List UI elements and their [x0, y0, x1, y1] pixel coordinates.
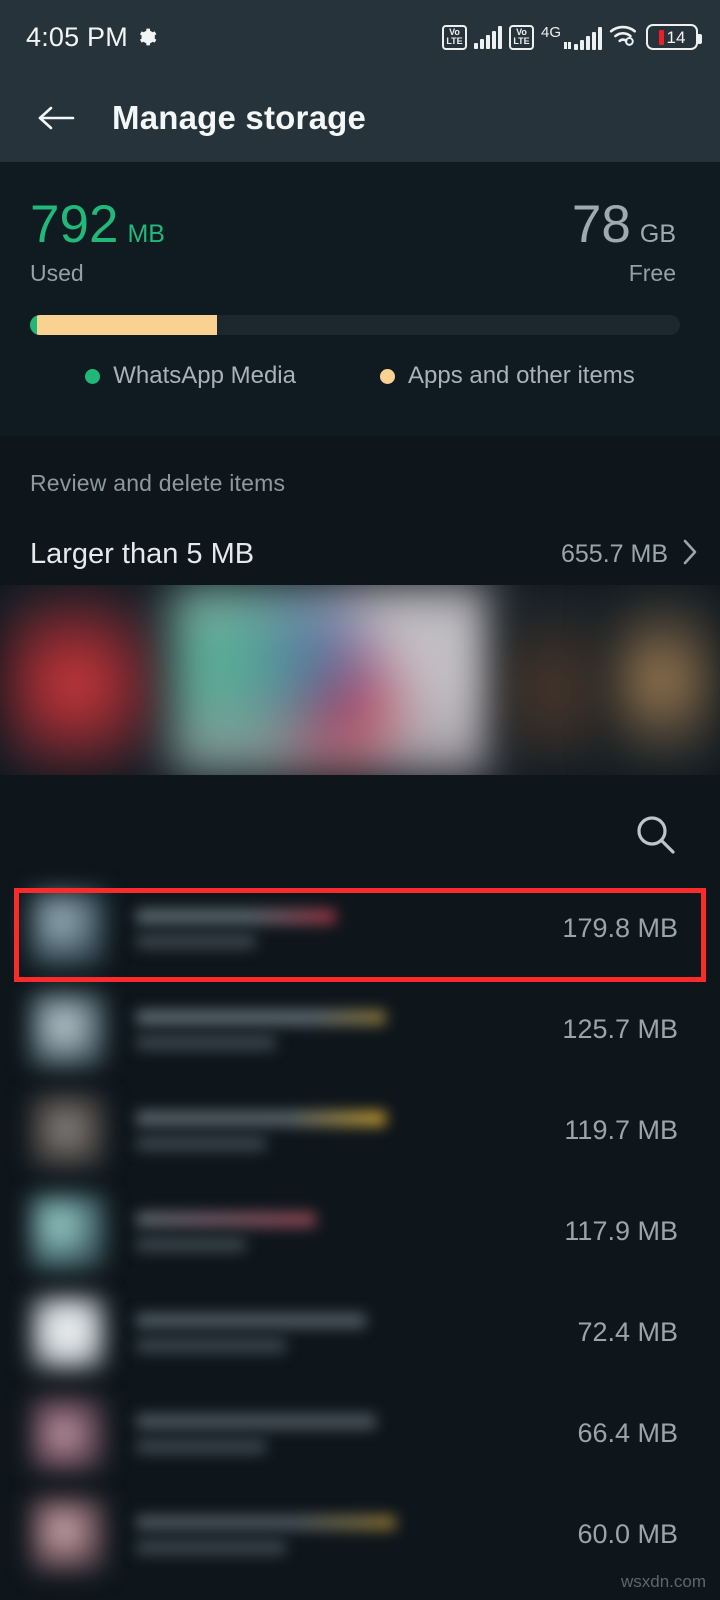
- signal-bars-sim1: [473, 25, 502, 49]
- file-label-redacted: [136, 1211, 564, 1252]
- status-bar: 4:05 PM Vo LTE Vo LTE 4G 14: [0, 0, 720, 74]
- file-label-redacted: [136, 1009, 562, 1050]
- preview-thumbnail[interactable]: [171, 585, 496, 775]
- free-label: Free: [628, 260, 676, 286]
- app-bar: Manage storage: [0, 74, 720, 162]
- progress-segment-apps-other: [37, 315, 217, 335]
- file-size: 72.4 MB: [577, 1317, 678, 1347]
- storage-legend: WhatsApp Media Apps and other items: [0, 362, 720, 390]
- legend-item-apps-other: Apps and other items: [379, 362, 635, 390]
- file-size: 119.7 MB: [564, 1115, 678, 1145]
- table-row[interactable]: 72.4 MB: [0, 1282, 720, 1383]
- file-thumbnail: [30, 1193, 106, 1270]
- larger-than-label: Larger than 5 MB: [30, 537, 255, 570]
- battery-low-indicator: [658, 29, 664, 45]
- progress-segment-whatsapp-media: [30, 315, 37, 335]
- free-unit: GB: [639, 220, 676, 248]
- legend-label-whatsapp-media: WhatsApp Media: [113, 362, 296, 389]
- volte-icon-sim1: Vo LTE: [441, 24, 467, 50]
- file-thumbnail: [30, 991, 106, 1068]
- file-thumbnail: [30, 1395, 106, 1472]
- file-size: 179.8 MB: [562, 913, 678, 943]
- back-arrow-icon[interactable]: [34, 96, 78, 140]
- legend-dot-apps-other: [379, 368, 395, 384]
- legend-label-apps-other: Apps and other items: [407, 362, 635, 389]
- battery-icon: 14: [646, 24, 702, 50]
- used-label: Used: [30, 260, 84, 286]
- media-preview-strip[interactable]: [0, 585, 720, 775]
- used-value: 792: [30, 195, 119, 254]
- storage-summary: 792 MB Used 78 GB Free WhatsApp Media Ap…: [0, 162, 720, 436]
- file-label-redacted: [136, 1413, 577, 1454]
- file-thumbnail: [30, 1496, 106, 1573]
- file-thumbnail: [30, 890, 106, 967]
- battery-percent-label: 14: [666, 27, 686, 47]
- storage-progress-bar: [30, 315, 680, 335]
- larger-than-5mb-row[interactable]: Larger than 5 MB 655.7 MB: [0, 528, 720, 580]
- preview-thumbnail[interactable]: [499, 585, 608, 775]
- wifi-icon: [609, 23, 639, 52]
- file-label-redacted: [136, 1514, 577, 1555]
- mobile-data-icon: 4G: [541, 25, 602, 50]
- used-unit: MB: [127, 220, 165, 248]
- signal-bars-sim2: [574, 26, 602, 50]
- status-bar-right: Vo LTE Vo LTE 4G 14: [441, 23, 702, 52]
- status-bar-clock: 4:05 PM: [26, 21, 128, 52]
- legend-dot-whatsapp-media: [85, 368, 101, 384]
- table-row[interactable]: 125.7 MB: [0, 979, 720, 1080]
- status-bar-left: 4:05 PM: [26, 22, 157, 53]
- preview-thumbnail[interactable]: [611, 585, 720, 775]
- table-row[interactable]: 119.7 MB: [0, 1080, 720, 1181]
- gear-icon: [137, 27, 157, 47]
- file-list: 179.8 MB 125.7 MB 119.7 MB 117.9 MB 72.4…: [0, 878, 720, 1585]
- used-storage-block: 792 MB Used: [30, 198, 165, 287]
- volte-icon-sim2: Vo LTE: [508, 24, 534, 50]
- file-size: 66.4 MB: [577, 1418, 678, 1448]
- legend-item-whatsapp-media: WhatsApp Media: [85, 362, 296, 390]
- larger-than-size: 655.7 MB: [560, 539, 668, 568]
- watermark: wsxdn.com: [620, 1572, 706, 1591]
- manage-storage-screen: 4:05 PM Vo LTE Vo LTE 4G 14 Manage stora…: [0, 0, 720, 1600]
- table-row[interactable]: 117.9 MB: [0, 1181, 720, 1282]
- chevron-right-icon: [682, 539, 698, 570]
- file-size: 117.9 MB: [564, 1216, 678, 1246]
- file-label-redacted: [136, 1312, 577, 1353]
- free-storage-block: 78 GB Free: [572, 198, 676, 287]
- file-thumbnail: [30, 1092, 106, 1169]
- table-row[interactable]: 66.4 MB: [0, 1383, 720, 1484]
- file-label-redacted: [136, 1110, 564, 1151]
- network-type-label: 4G: [540, 23, 561, 41]
- data-arrows-icon: [564, 41, 571, 49]
- free-value: 78: [571, 195, 631, 254]
- search-icon[interactable]: [632, 812, 678, 858]
- review-section-title: Review and delete items: [30, 470, 286, 496]
- file-size: 60.0 MB: [577, 1519, 678, 1549]
- page-title: Manage storage: [112, 99, 367, 136]
- table-row[interactable]: 179.8 MB: [0, 878, 720, 979]
- table-row[interactable]: 60.0 MB: [0, 1484, 720, 1585]
- larger-than-right: 655.7 MB: [561, 539, 698, 570]
- file-thumbnail: [30, 1294, 106, 1371]
- file-size: 125.7 MB: [562, 1014, 678, 1044]
- preview-thumbnail[interactable]: [0, 585, 168, 775]
- storage-figures: 792 MB Used 78 GB Free: [0, 162, 720, 287]
- file-label-redacted: [136, 908, 562, 949]
